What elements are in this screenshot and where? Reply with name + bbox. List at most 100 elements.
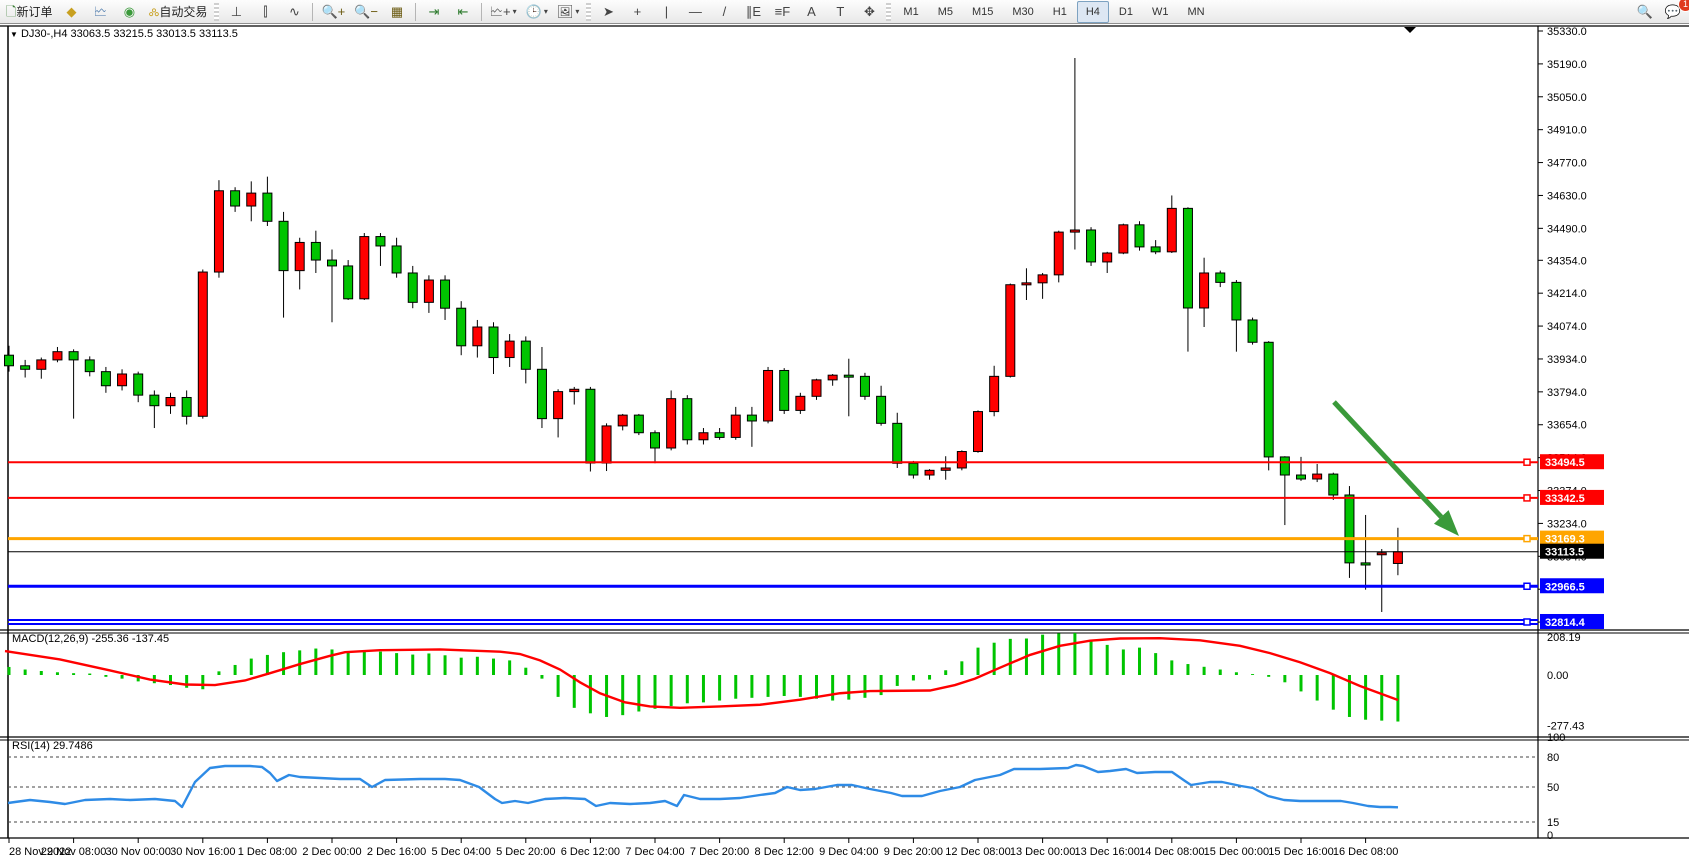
candle-body: [1054, 232, 1063, 275]
candle-body: [893, 423, 902, 463]
price-tag-label: 33494.5: [1545, 457, 1585, 469]
candle-body: [570, 389, 579, 391]
candle-body: [408, 273, 417, 302]
chart-title-text: DJ30-,H4 33063.5 33215.5 33013.5 33113.5: [21, 28, 238, 40]
rsi-axis-label: 100: [1547, 732, 1565, 744]
candle-body: [69, 352, 78, 360]
candle-body: [231, 191, 240, 206]
price-tick-label: 35330.0: [1547, 26, 1587, 38]
candle-body: [1329, 474, 1338, 495]
price-tag-label: 33113.5: [1545, 547, 1584, 559]
candle-body: [812, 380, 821, 396]
rsi-axis-label: 15: [1547, 817, 1559, 829]
time-tick-label: 14 Dec 08:00: [1139, 846, 1204, 858]
candle-body: [150, 395, 159, 406]
candle-body: [651, 433, 660, 448]
candle-body: [166, 397, 175, 405]
candle-body: [1345, 495, 1354, 563]
price-tick-label: 34074.0: [1547, 321, 1587, 333]
chart-canvas[interactable]: 35330.035190.035050.034910.034770.034630…: [0, 0, 1689, 862]
candle-body: [118, 374, 127, 386]
candle-body: [554, 392, 563, 419]
time-tick-label: 13 Dec 00:00: [1010, 846, 1075, 858]
candle-body: [990, 376, 999, 411]
candle-body: [1248, 320, 1257, 342]
candle-body: [473, 327, 482, 346]
candle-body: [860, 376, 869, 396]
candle-body: [602, 426, 611, 463]
rsi-axis-label: 50: [1547, 782, 1559, 794]
price-tag-label: 33342.5: [1545, 493, 1585, 505]
candle-body: [198, 272, 207, 416]
line-anchor-marker[interactable]: [1524, 619, 1530, 625]
candle-body: [489, 327, 498, 358]
time-tick-label: 1 Dec 08:00: [238, 846, 297, 858]
price-tick-label: 33654.0: [1547, 420, 1587, 432]
line-anchor-marker[interactable]: [1524, 583, 1530, 589]
time-tick-label: 8 Dec 12:00: [755, 846, 814, 858]
candle-body: [957, 452, 966, 468]
rsi-indicator-label: RSI(14) 29.7486: [12, 740, 93, 752]
macd-axis-label: 0.00: [1547, 670, 1568, 682]
macd-axis-label: 208.19: [1547, 632, 1581, 644]
time-tick-label: 7 Dec 04:00: [625, 846, 684, 858]
price-tag-label: 32814.4: [1545, 617, 1586, 629]
time-tick-label: 15 Dec 00:00: [1204, 846, 1269, 858]
candle-body: [424, 280, 433, 302]
candle-body: [263, 193, 272, 221]
candle-body: [715, 433, 724, 438]
candle-body: [828, 375, 837, 380]
plot-background[interactable]: [8, 26, 1538, 838]
candle-body: [1038, 275, 1047, 283]
candle-body: [764, 370, 773, 421]
candle-body: [941, 468, 950, 470]
time-tick-label: 16 Dec 08:00: [1333, 846, 1398, 858]
candle-body: [634, 415, 643, 433]
time-tick-label: 12 Dec 08:00: [945, 846, 1010, 858]
candle-body: [844, 375, 853, 377]
line-anchor-marker[interactable]: [1524, 495, 1530, 501]
candle-body: [21, 366, 30, 370]
candle-body: [1070, 230, 1079, 232]
candle-body: [667, 399, 676, 448]
candle-body: [1361, 563, 1370, 565]
chart-symbol-title[interactable]: ▼ DJ30-,H4 33063.5 33215.5 33013.5 33113…: [10, 28, 238, 40]
candle-body: [441, 280, 450, 308]
time-tick-label: 6 Dec 12:00: [561, 846, 620, 858]
line-anchor-marker[interactable]: [1524, 536, 1530, 542]
candle-body: [877, 396, 886, 423]
line-anchor-marker[interactable]: [1524, 459, 1530, 465]
candle-body: [295, 242, 304, 270]
candle-body: [1103, 253, 1112, 262]
candle-body: [796, 396, 805, 410]
candle-body: [1119, 225, 1128, 253]
time-tick-label: 2 Dec 16:00: [367, 846, 426, 858]
candle-body: [1313, 474, 1322, 479]
candle-body: [311, 242, 320, 260]
candle-body: [731, 415, 740, 437]
candle-body: [1377, 553, 1386, 555]
candle-body: [53, 352, 62, 360]
candle-body: [1280, 457, 1289, 475]
candle-body: [1135, 225, 1144, 247]
candle-body: [1183, 208, 1192, 308]
candle-body: [1232, 282, 1241, 320]
price-tick-label: 35190.0: [1547, 59, 1587, 71]
candle-body: [134, 374, 143, 395]
candle-body: [780, 370, 789, 410]
candle-body: [1087, 230, 1096, 262]
macd-indicator-label: MACD(12,26,9) -255.36 -137.45: [12, 633, 169, 645]
rsi-axis-label: 0: [1547, 830, 1553, 842]
candle-body: [1167, 208, 1176, 251]
candle-body: [683, 399, 692, 440]
candle-body: [909, 463, 918, 475]
time-tick-label: 5 Dec 04:00: [432, 846, 491, 858]
candle-body: [214, 191, 223, 272]
price-tick-label: 33234.0: [1547, 518, 1587, 530]
candle-body: [247, 193, 256, 206]
price-tick-label: 35050.0: [1547, 92, 1587, 104]
candle-body: [1393, 552, 1402, 564]
collapse-data-arrow-icon[interactable]: ▼: [10, 30, 18, 39]
candle-body: [505, 341, 514, 357]
candle-body: [1264, 342, 1273, 457]
